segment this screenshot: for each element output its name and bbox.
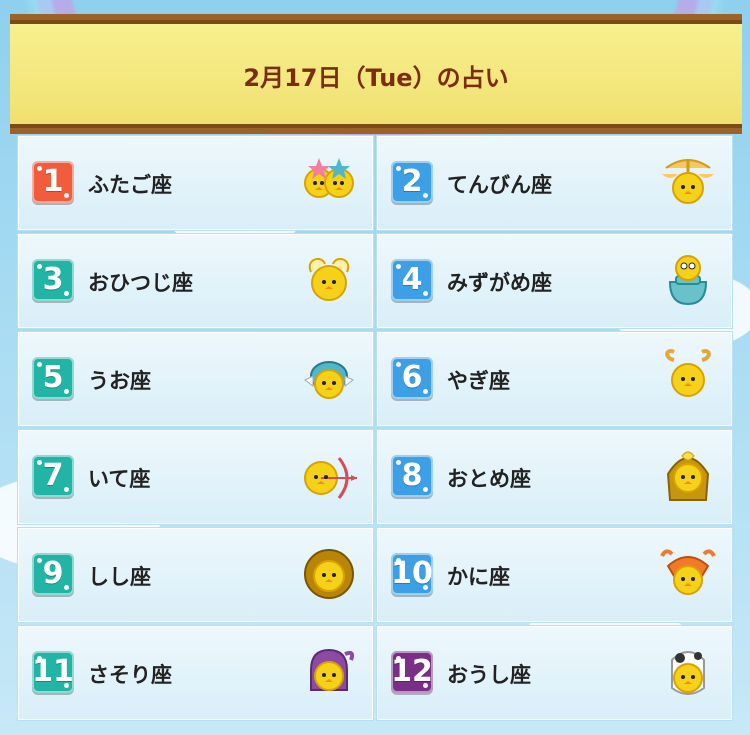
rank-badge: 2: [391, 161, 433, 203]
zodiac-sign-name: いて座: [88, 467, 151, 491]
cancer-icon: [660, 549, 716, 595]
scorpio-icon: [310, 648, 355, 691]
rank-badge: 12: [391, 651, 433, 693]
fortune-header-banner: 2月17日（Tue）の占い: [10, 14, 742, 134]
libra-icon: [662, 159, 714, 204]
gemini-icon: [304, 158, 354, 198]
zodiac-sign-name: みずがめ座: [447, 271, 552, 295]
ranking-card[interactable]: 4 みずがめ座: [377, 234, 732, 328]
rank-badge: 5: [32, 357, 74, 399]
page-title: 2月17日（Tue）の占い: [243, 64, 509, 92]
zodiac-sign-name: おうし座: [447, 663, 531, 687]
ranking-card[interactable]: 5 うお座: [18, 332, 373, 426]
leo-icon: [304, 549, 354, 599]
ranking-card[interactable]: 1 ふたご座: [18, 136, 373, 230]
rank-badge: 10: [391, 553, 433, 595]
aquarius-icon: [668, 255, 708, 306]
ranking-card[interactable]: 9 しし座: [18, 528, 373, 622]
ranking-card[interactable]: 11 さそり座: [18, 626, 373, 720]
zodiac-sign-name: うお座: [88, 369, 151, 393]
zodiac-sign-name: おひつじ座: [88, 271, 193, 295]
ranking-card[interactable]: 6 やぎ座: [377, 332, 732, 426]
rank-badge: 9: [32, 553, 74, 595]
ranking-card[interactable]: 10 かに座: [377, 528, 732, 622]
ranking-card[interactable]: 3 おひつじ座: [18, 234, 373, 328]
zodiac-sign-name: てんびん座: [447, 173, 552, 197]
rank-badge: 6: [391, 357, 433, 399]
rank-badge: 1: [32, 161, 74, 203]
zodiac-sign-name: おとめ座: [447, 467, 531, 491]
ranking-card[interactable]: 12 おうし座: [377, 626, 732, 720]
rank-badge: 4: [391, 259, 433, 301]
zodiac-sign-name: さそり座: [88, 663, 172, 687]
rank-badge: 8: [391, 455, 433, 497]
capricorn-icon: [665, 349, 711, 397]
rank-badge: 7: [32, 455, 74, 497]
rank-badge: 3: [32, 259, 74, 301]
zodiac-sign-name: やぎ座: [447, 369, 510, 393]
virgo-icon: [666, 451, 710, 501]
taurus-icon: [671, 651, 705, 695]
zodiac-sign-name: ふたご座: [88, 173, 172, 197]
ranking-card[interactable]: 7 いて座: [18, 430, 373, 524]
zodiac-sign-name: しし座: [88, 565, 151, 589]
ranking-grid: 1 ふたご座 2 てんびん座 3 おひつじ座 4 みずがめ座 5 うお座 6 や…: [18, 136, 732, 720]
aries-icon: [308, 257, 350, 301]
zodiac-sign-name: かに座: [447, 565, 510, 589]
pisces-icon: [304, 361, 354, 399]
ranking-card[interactable]: 2 てんびん座: [377, 136, 732, 230]
sagittarius-icon: [304, 457, 357, 499]
ranking-card[interactable]: 8 おとめ座: [377, 430, 732, 524]
rank-badge: 11: [32, 651, 74, 693]
